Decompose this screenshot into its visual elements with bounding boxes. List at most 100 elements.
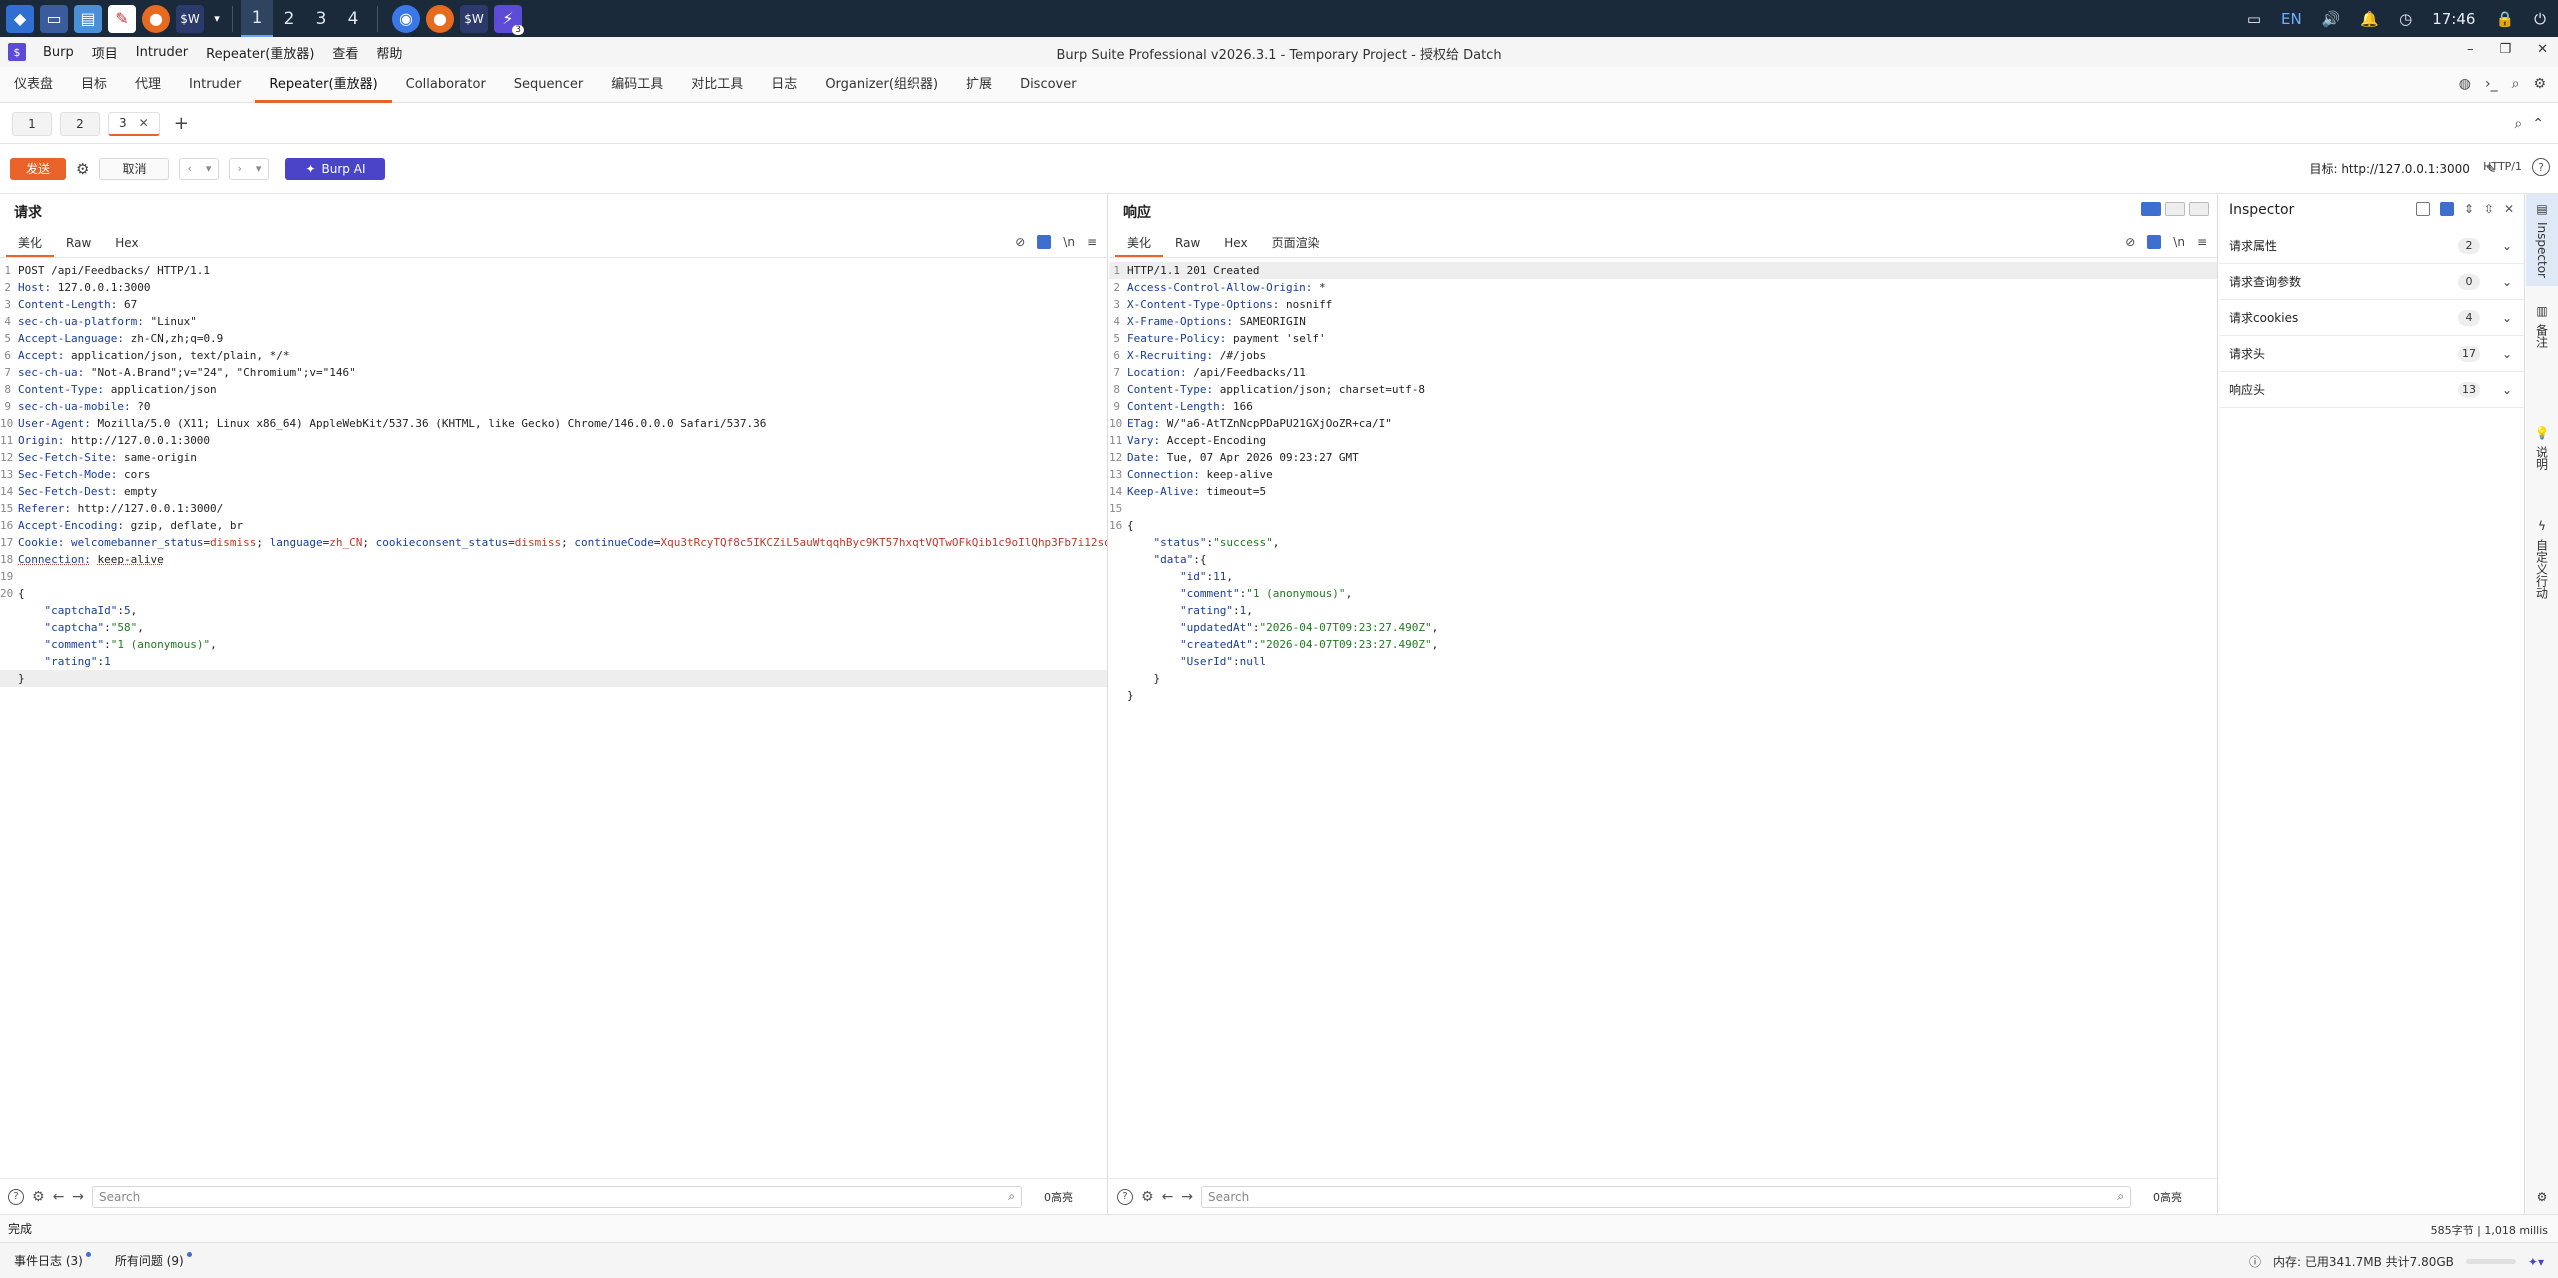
response-editor[interactable]: 1 HTTP/1.1 201 Created 2 Access-Control-Al… xyxy=(1109,262,2217,704)
inspector-row-request-headers[interactable]: 请求头 17 ⌄ xyxy=(2219,336,2524,372)
terminal-prompt-icon[interactable]: ›_ xyxy=(2485,76,2498,92)
history-forward-button[interactable]: › ▾ xyxy=(229,157,270,180)
layout-split-icon[interactable] xyxy=(2439,202,2454,216)
tab-sequencer[interactable]: Sequencer xyxy=(500,67,597,103)
bell-icon[interactable]: 🔔 xyxy=(2360,10,2379,28)
add-tab-button[interactable]: + xyxy=(174,113,189,134)
send-button[interactable]: 发送 xyxy=(10,157,66,180)
power-icon[interactable]: ⏻ xyxy=(2534,10,2546,28)
inspector-row-query-params[interactable]: 请求查询参数 0 ⌄ xyxy=(2219,264,2524,300)
globe-icon[interactable]: ◍ xyxy=(2459,76,2471,92)
inspector-row-cookies[interactable]: 请求cookies 4 ⌄ xyxy=(2219,300,2524,336)
inspector-row-request-attributes[interactable]: 请求属性 2 ⌄ xyxy=(2219,228,2524,264)
minimize-icon[interactable]: – xyxy=(2467,42,2474,57)
arrow-right-icon[interactable]: → xyxy=(72,1189,84,1205)
close-tab-icon[interactable]: ✕ xyxy=(139,116,149,130)
language-indicator[interactable]: EN xyxy=(2281,10,2302,28)
menu-burp[interactable]: Burp xyxy=(34,45,83,60)
clock[interactable]: 17:46 xyxy=(2432,10,2475,28)
tab-repeater[interactable]: Repeater(重放器) xyxy=(255,67,392,103)
tab-extensions[interactable]: 扩展 xyxy=(952,67,1006,103)
gear-icon[interactable]: ⚙ xyxy=(1141,1189,1154,1205)
workspace-4[interactable]: 4 xyxy=(337,0,369,37)
menu-view[interactable]: 查看 xyxy=(323,43,367,62)
editor-icon[interactable]: ✎ xyxy=(108,4,136,33)
tab-logger[interactable]: 日志 xyxy=(757,67,811,103)
newline-icon[interactable]: \n xyxy=(2173,235,2185,249)
arrow-left-icon[interactable]: ← xyxy=(1162,1189,1174,1205)
arrow-left-icon[interactable]: ← xyxy=(53,1189,65,1205)
tabs-layout-icon[interactable] xyxy=(2189,202,2209,216)
response-tab-raw[interactable]: Raw xyxy=(1163,228,1212,257)
request-tab-hex[interactable]: Hex xyxy=(103,228,150,257)
help-icon[interactable]: ? xyxy=(2532,158,2550,176)
menu-icon[interactable]: ≡ xyxy=(2197,235,2207,249)
firefox-icon[interactable]: ● xyxy=(142,4,170,33)
tab-comparer[interactable]: 对比工具 xyxy=(677,67,757,103)
gear-icon[interactable]: ⚙ xyxy=(32,1189,45,1205)
lock-icon[interactable]: 🔒 xyxy=(2495,10,2514,28)
chevron-down-icon[interactable]: ▾ xyxy=(210,5,224,33)
response-tab-hex[interactable]: Hex xyxy=(1212,228,1259,257)
help-icon[interactable]: ? xyxy=(1117,1188,1133,1205)
chrome-icon[interactable]: ◉ xyxy=(392,4,420,33)
search-icon[interactable]: ⌕ xyxy=(2514,116,2522,132)
tab-dashboard[interactable]: 仪表盘 xyxy=(0,67,67,103)
search-icon[interactable]: ⌕ xyxy=(2512,76,2520,92)
wrap-toggle-icon[interactable] xyxy=(1037,235,1052,249)
expand-all-icon[interactable]: ⇕ xyxy=(2464,202,2474,216)
gear-icon[interactable]: ⚙ xyxy=(2533,76,2546,92)
menu-help[interactable]: 帮助 xyxy=(367,43,411,62)
terminal-icon[interactable]: $W xyxy=(460,4,488,33)
desktop-icon[interactable]: ▭ xyxy=(40,4,68,33)
menu-repeater[interactable]: Repeater(重放器) xyxy=(197,43,323,62)
history-back-button[interactable]: ‹ ▾ xyxy=(179,157,220,180)
burp-ai-button[interactable]: ✦ Burp AI xyxy=(285,157,386,180)
repeater-tab-2[interactable]: 2 xyxy=(60,111,100,136)
burp-icon[interactable]: ⚡ 3 xyxy=(494,4,524,35)
response-search-input[interactable]: Search ⌕ xyxy=(1201,1185,2132,1208)
terminal-icon[interactable]: $W xyxy=(176,4,204,33)
tab-target[interactable]: 目标 xyxy=(67,67,121,103)
restore-icon[interactable]: ❐ xyxy=(2499,42,2511,57)
window-icon[interactable]: ▭ xyxy=(2247,10,2261,28)
workspace-1[interactable]: 1 xyxy=(241,0,273,37)
rail-custom-actions[interactable]: ϟ 自定义行动 xyxy=(2526,519,2558,659)
help-icon[interactable]: ? xyxy=(8,1188,24,1205)
hide-icon[interactable]: ⊘ xyxy=(1015,235,1025,249)
response-tab-render[interactable]: 页面渲染 xyxy=(1260,228,1332,257)
workspace-3[interactable]: 3 xyxy=(305,0,337,37)
menu-project[interactable]: 项目 xyxy=(83,43,127,62)
volume-icon[interactable]: 🔊 xyxy=(2322,10,2341,28)
repeater-tab-1[interactable]: 1 xyxy=(12,111,52,136)
request-search-input[interactable]: Search ⌕ xyxy=(92,1185,1023,1208)
rail-inspector[interactable]: ▤ Inspector xyxy=(2526,194,2558,286)
repeater-tab-3[interactable]: 3 ✕ xyxy=(108,111,160,136)
hide-icon[interactable]: ⊘ xyxy=(2125,235,2135,249)
launcher-icon[interactable]: ◆ xyxy=(6,4,34,33)
rail-explain[interactable]: 💡 说明 xyxy=(2526,426,2558,496)
ai-credits-icon[interactable]: ✦▾ xyxy=(2528,1255,2544,1269)
close-icon[interactable]: ✕ xyxy=(2504,202,2514,216)
inspector-row-response-headers[interactable]: 响应头 13 ⌄ xyxy=(2219,372,2524,408)
menu-intruder[interactable]: Intruder xyxy=(127,45,197,60)
all-issues-link[interactable]: 所有问题 (9) xyxy=(115,1252,192,1269)
event-log-link[interactable]: 事件日志 (3) xyxy=(14,1252,91,1269)
tab-collaborator[interactable]: Collaborator xyxy=(392,67,500,103)
wrap-toggle-icon[interactable] xyxy=(2147,235,2162,249)
collapse-all-icon[interactable]: ⇳ xyxy=(2484,202,2494,216)
split-horizontal-icon[interactable] xyxy=(2141,202,2161,216)
close-icon[interactable]: ✕ xyxy=(2537,42,2548,57)
newline-icon[interactable]: \n xyxy=(1063,235,1075,249)
layout-single-icon[interactable] xyxy=(2415,202,2430,216)
tab-decoder[interactable]: 编码工具 xyxy=(597,67,677,103)
collapse-icon[interactable]: ⌃ xyxy=(2532,116,2544,132)
tab-discover[interactable]: Discover xyxy=(1006,67,1091,103)
request-tab-raw[interactable]: Raw xyxy=(54,228,103,257)
menu-icon[interactable]: ≡ xyxy=(1087,235,1097,249)
request-editor[interactable]: 1 POST /api/Feedbacks/ HTTP/1.1 2 Host: 12… xyxy=(0,262,1107,687)
http-version[interactable]: HTTP/1 xyxy=(2483,160,2522,173)
files-icon[interactable]: ▤ xyxy=(74,4,102,33)
cancel-button[interactable]: 取消 xyxy=(99,157,170,180)
firefox-icon[interactable]: ● xyxy=(426,4,454,33)
